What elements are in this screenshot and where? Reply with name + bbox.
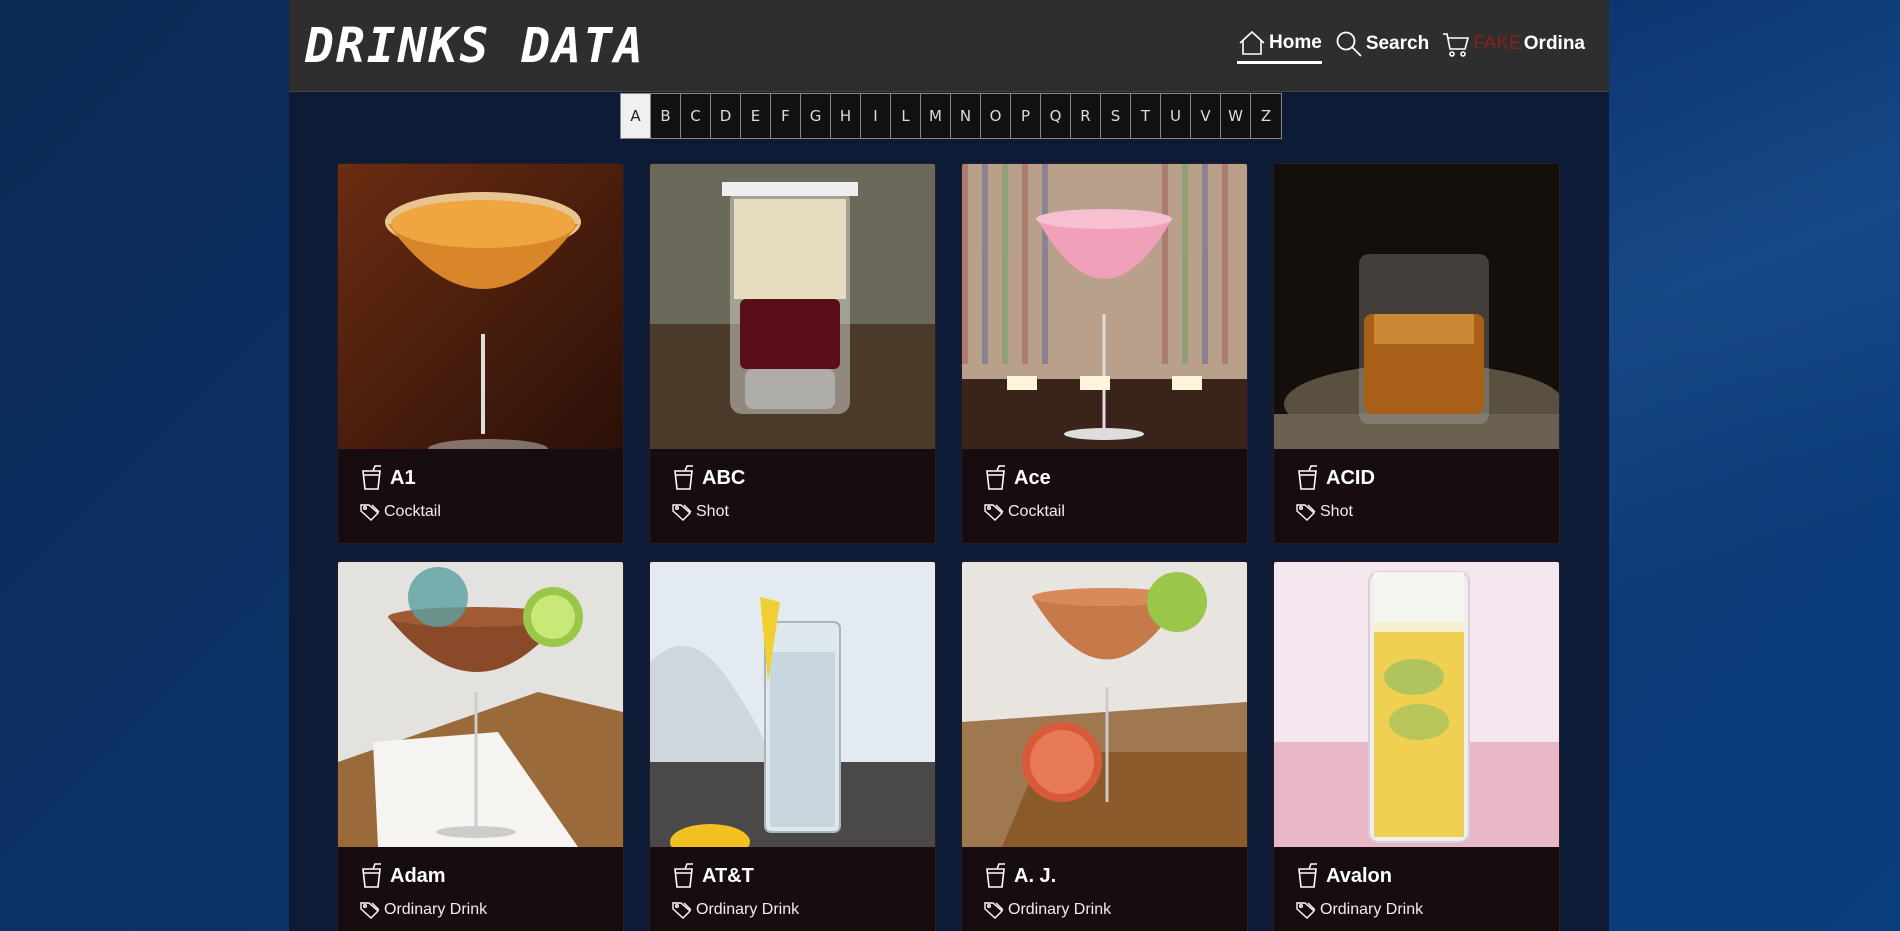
drink-card[interactable]: A. J. Ordinary Drink <box>961 561 1248 931</box>
drink-name: Ace <box>1014 466 1051 489</box>
background-glow <box>1609 0 1900 931</box>
letter-v[interactable]: V <box>1191 94 1221 138</box>
tag-icon <box>360 504 380 521</box>
drink-card[interactable]: ACID Shot <box>1273 163 1560 544</box>
letter-n[interactable]: N <box>951 94 981 138</box>
drink-category: Ordinary Drink <box>1008 901 1112 918</box>
letter-m[interactable]: M <box>921 94 951 138</box>
cup-icon <box>1298 863 1317 888</box>
drink-name: A1 <box>390 466 416 489</box>
home-icon <box>1239 30 1265 55</box>
drink-name: ABC <box>702 466 746 489</box>
drink-card[interactable]: ABC Shot <box>649 163 936 544</box>
tag-icon <box>1296 902 1316 919</box>
tag-icon <box>672 504 692 521</box>
letter-i[interactable]: I <box>861 94 891 138</box>
site-logo[interactable]: DRINKS DATA <box>305 18 645 74</box>
search-icon <box>1336 31 1362 57</box>
letter-q[interactable]: Q <box>1041 94 1071 138</box>
cup-icon <box>362 863 381 888</box>
cup-icon <box>1298 465 1317 490</box>
letter-d[interactable]: D <box>711 94 741 138</box>
tag-icon <box>984 504 1004 521</box>
cup-icon <box>986 863 1005 888</box>
drink-card[interactable]: Ace Cocktail <box>961 163 1248 544</box>
page-container: DRINKS DATA Home Search FAKE Ordina A B … <box>289 0 1609 931</box>
drink-name: AT&T <box>702 864 754 887</box>
letter-a[interactable]: A <box>621 94 651 138</box>
tag-icon <box>672 902 692 919</box>
drink-category: Ordinary Drink <box>384 901 488 918</box>
drink-card[interactable]: AT&T Ordinary Drink <box>649 561 936 931</box>
cup-icon <box>362 465 381 490</box>
alphabet-filter: ABCDEFGHILMNOPQRSTUVWZ <box>620 93 1282 139</box>
letter-h[interactable]: H <box>831 94 861 138</box>
drink-category: Cocktail <box>384 503 441 520</box>
cup-icon <box>986 465 1005 490</box>
cart-fake-label: FAKE <box>1473 33 1522 54</box>
drink-category: Shot <box>696 503 729 520</box>
drink-photo <box>338 164 623 449</box>
drink-card[interactable]: A1 Cocktail <box>337 163 624 544</box>
drink-category: Shot <box>1320 503 1353 520</box>
cart-icon <box>1443 33 1470 57</box>
drink-photo <box>650 164 935 449</box>
cart-label: Ordina <box>1523 33 1585 54</box>
drink-photo <box>962 562 1247 847</box>
letter-t[interactable]: T <box>1131 94 1161 138</box>
nav-home-label: Home <box>1269 31 1322 53</box>
letter-c[interactable]: C <box>681 94 711 138</box>
letter-e[interactable]: E <box>741 94 771 138</box>
tag-icon <box>360 902 380 919</box>
letter-p[interactable]: P <box>1011 94 1041 138</box>
nav-home[interactable]: Home <box>1237 26 1322 64</box>
drink-photo <box>1274 164 1559 449</box>
cup-icon <box>674 465 693 490</box>
drink-category: Ordinary Drink <box>1320 901 1424 918</box>
drink-category: Cocktail <box>1008 503 1065 520</box>
drink-card[interactable]: Avalon Ordinary Drink <box>1273 561 1560 931</box>
letter-o[interactable]: O <box>981 94 1011 138</box>
tag-icon <box>984 902 1004 919</box>
letter-b[interactable]: B <box>651 94 681 138</box>
letter-f[interactable]: F <box>771 94 801 138</box>
drink-name: Adam <box>390 864 446 887</box>
drink-photo <box>338 562 623 847</box>
letter-g[interactable]: G <box>801 94 831 138</box>
drink-category: Ordinary Drink <box>696 901 800 918</box>
tag-icon <box>1296 504 1316 521</box>
drink-card[interactable]: Adam Ordinary Drink <box>337 561 624 931</box>
letter-w[interactable]: W <box>1221 94 1251 138</box>
drink-name: ACID <box>1326 466 1375 489</box>
letter-l[interactable]: L <box>891 94 921 138</box>
letter-z[interactable]: Z <box>1251 94 1281 138</box>
main-nav: Home Search FAKE Ordina <box>1237 26 1585 64</box>
letter-s[interactable]: S <box>1101 94 1131 138</box>
cup-icon <box>674 863 693 888</box>
top-header: DRINKS DATA Home Search FAKE Ordina <box>289 0 1609 92</box>
nav-search[interactable]: Search <box>1334 26 1429 64</box>
drinks-grid: A1 Cocktail ABC Shot Ace Cocktail ACID S… <box>337 163 1560 931</box>
letter-u[interactable]: U <box>1161 94 1191 138</box>
drink-photo <box>650 562 935 847</box>
drink-photo <box>962 164 1247 449</box>
nav-search-label: Search <box>1365 33 1430 54</box>
nav-cart[interactable]: FAKE Ordina <box>1441 26 1585 64</box>
drink-name: Avalon <box>1326 864 1392 887</box>
drink-name: A. J. <box>1014 864 1057 887</box>
letter-r[interactable]: R <box>1071 94 1101 138</box>
drink-photo <box>1274 562 1559 847</box>
